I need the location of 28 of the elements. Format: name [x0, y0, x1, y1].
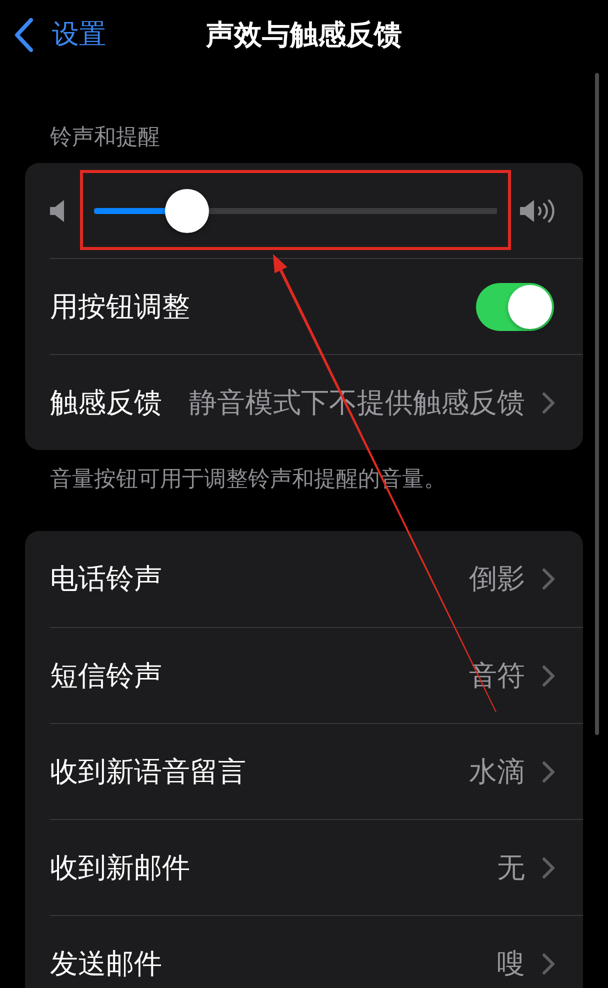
chevron-icon [542, 856, 555, 878]
settings-row[interactable]: 发送邮件 嗖 [50, 915, 583, 988]
back-chevron-icon [14, 18, 34, 52]
setting-label: 收到新邮件 [50, 850, 190, 886]
setting-label: 用按钮调整 [50, 288, 190, 324]
setting-label: 收到新语音留言 [50, 754, 246, 790]
chevron-icon [542, 568, 555, 590]
back-button[interactable]: 设置 [14, 17, 106, 53]
setting-value: 倒影 [469, 561, 525, 597]
page-title: 声效与触感反馈 [206, 17, 402, 53]
setting-label: 短信铃声 [50, 658, 162, 694]
settings-row[interactable]: 电话铃声 倒影 [50, 531, 583, 627]
speaker-low-icon [50, 198, 67, 222]
chevron-icon [542, 760, 555, 782]
chevron-icon [542, 664, 555, 686]
section-header: 铃声和提醒 [50, 124, 160, 152]
setting-label: 发送邮件 [50, 946, 162, 982]
toggle-switch[interactable] [476, 282, 554, 330]
chevron-icon [542, 953, 555, 975]
setting-value: 嗖 [497, 946, 525, 982]
setting-label: 电话铃声 [50, 561, 162, 597]
setting-value: 无 [497, 850, 525, 886]
setting-label: 触感反馈 [50, 384, 162, 420]
setting-value: 水滴 [469, 754, 525, 790]
settings-row[interactable]: 收到新语音留言 水滴 [50, 723, 583, 819]
settings-row[interactable]: 收到新邮件 无 [50, 819, 583, 915]
slider-thumb[interactable] [164, 188, 209, 232]
chevron-icon [542, 392, 555, 414]
